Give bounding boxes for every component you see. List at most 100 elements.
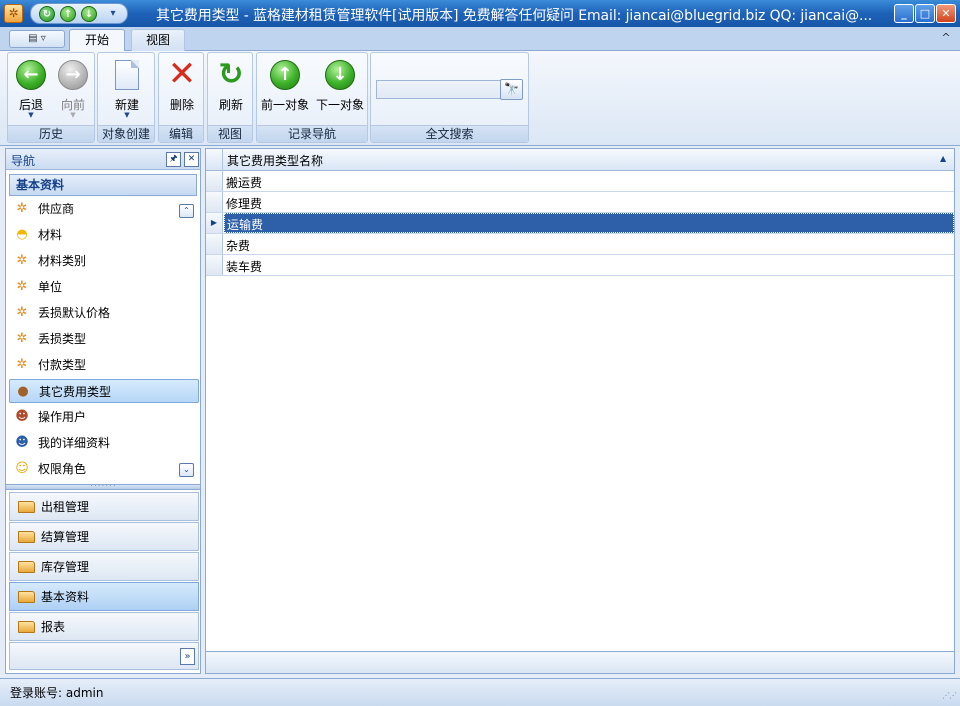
folder-icon [18,621,35,633]
table-row[interactable]: 杂费 [206,234,954,255]
grid-header: 其它费用类型名称 ▲ [206,149,954,171]
nav-item-my-details[interactable]: ☻ 我的详细资料 [9,431,199,455]
money-bag-icon: ● [17,384,29,399]
nav-title: 导航 [11,154,36,168]
application-menu-button[interactable]: ▤ ▿ [9,30,65,48]
qat-customize-icon[interactable]: ▾ [105,6,121,22]
nav-item-material[interactable]: ◓ 材料 [9,223,199,247]
data-grid: 其它费用类型名称 ▲ 搬运费 修理费 ▶ 运输费 杂费 装车费 [205,148,955,674]
binoculars-search-icon[interactable]: 🔭 [500,79,523,100]
nav-item-other-fee-type[interactable]: ● 其它费用类型 [9,379,199,403]
row-indicator[interactable] [206,171,223,191]
chevron-down-icon: ▼ [28,111,34,119]
grid-corner [206,149,223,171]
nav-item-supplier[interactable]: ✲ 供应商 [9,197,199,221]
gear-icon: ✲ [16,357,28,372]
tab-view[interactable]: 视图 [131,29,185,51]
refresh-icon: ↻ [218,57,244,92]
table-row[interactable]: 搬运费 [206,171,954,192]
row-cell-name[interactable]: 装车费 [226,258,262,275]
row-cell-name[interactable]: 修理费 [226,195,262,212]
table-row[interactable]: 装车费 [206,255,954,276]
nav-overflow-button[interactable]: » [180,648,195,665]
nav-scroll-down-button[interactable]: ⌄ [179,463,194,477]
nav-item-loss-type[interactable]: ✲ 丢损类型 [9,327,199,351]
nav-group-inventory[interactable]: 库存管理 [9,552,199,581]
nav-item-material-category[interactable]: ✲ 材料类别 [9,249,199,273]
window-title: 其它费用类型 - 蓝格建材租赁管理软件[试用版本] 免费解答任何疑问 Email… [156,8,873,24]
row-indicator[interactable] [206,234,223,254]
column-header-fee-type-name[interactable]: 其它费用类型名称 [227,152,323,169]
refresh-button[interactable]: ↻ 刷新 [210,57,252,127]
row-indicator[interactable] [206,255,223,275]
folder-icon [18,591,35,603]
gear-icon: ✲ [16,331,28,346]
group-caption-search: 全文搜索 [371,125,528,142]
group-caption-view: 视图 [208,125,252,142]
title-bar: ✲ ↻ ↑ ↓ ▾ 其它费用类型 - 蓝格建材租赁管理软件[试用版本] 免费解答… [0,0,960,27]
nav-overflow-row: » [9,642,199,670]
new-button[interactable]: 新建 ▼ [102,57,152,127]
previous-record-button[interactable]: ↑ 前一对象 [258,57,312,127]
ribbon-panel: ← 后退 ▼ → 向前 ▼ 历史 新建 ▼ 对象创建 ✕ 删除 编辑 ↻ 刷新 [0,51,960,146]
ribbon-group-edit: ✕ 删除 编辑 [158,52,204,143]
nav-splitter[interactable]: · · · · · · · [6,484,200,490]
resize-grip-icon[interactable]: ⋰⋰ [942,691,957,700]
nav-group-reports[interactable]: 报表 [9,612,199,641]
delete-button[interactable]: ✕ 删除 [161,57,203,127]
minimize-button[interactable]: _ [894,4,914,23]
folder-icon [18,561,35,573]
arrow-right-icon: → [58,60,88,90]
arrow-left-icon: ← [16,60,46,90]
row-indicator[interactable] [206,192,223,212]
quick-access-toolbar: ↻ ↑ ↓ ▾ [30,3,128,24]
row-cell-name[interactable]: 搬运费 [226,174,262,191]
nav-item-loss-default-price[interactable]: ✲ 丢损默认价格 [9,301,199,325]
nav-group-rental[interactable]: 出租管理 [9,492,199,521]
pin-icon[interactable]: 🖈 [166,152,181,167]
selected-cell[interactable]: 运输费 [224,213,954,233]
maximize-button[interactable]: □ [915,4,935,23]
back-button[interactable]: ← 后退 ▼ [10,57,52,127]
nav-close-icon[interactable]: ✕ [184,152,199,167]
folder-icon [18,531,35,543]
close-button[interactable]: ✕ [936,4,956,23]
qat-back-icon[interactable]: ↑ [60,6,76,22]
ribbon-group-history: ← 后退 ▼ → 向前 ▼ 历史 [7,52,95,143]
nav-item-unit[interactable]: ✲ 单位 [9,275,199,299]
login-account-status: 登录账号: admin [10,686,104,700]
nav-item-permission-role[interactable]: ☺ 权限角色 [9,457,199,481]
gear-icon: ✲ [16,279,28,294]
nav-group-settlement[interactable]: 结算管理 [9,522,199,551]
group-caption-create: 对象创建 [98,125,154,142]
ribbon-group-view: ↻ 刷新 视图 [207,52,253,143]
forward-button[interactable]: → 向前 ▼ [52,57,94,127]
next-record-button[interactable]: ↓ 下一对象 [313,57,367,127]
nav-scroll-up-button[interactable]: ⌃ [179,204,194,218]
chevron-down-icon: ▼ [70,111,76,119]
row-cell-name[interactable]: 运输费 [227,216,263,233]
nav-item-payment-type[interactable]: ✲ 付款类型 [9,353,199,377]
collapse-ribbon-icon[interactable]: ^ [938,30,954,46]
gear-icon: ✲ [16,201,28,216]
app-logo-icon[interactable]: ✲ [4,4,23,23]
table-row[interactable]: 修理费 [206,192,954,213]
qat-forward-icon[interactable]: ↓ [81,6,97,22]
ribbon-group-search: 🔭 全文搜索 [370,52,529,143]
gear-icon: ✲ [16,253,28,268]
nav-item-list: ✲ 供应商 ◓ 材料 ✲ 材料类别 ✲ 单位 ✲ 丢损默认价格 ✲ 丢损类型 ✲… [9,197,199,482]
nav-group-basic-data[interactable]: 基本资料 [9,582,199,611]
delete-x-icon: ✕ [167,54,197,94]
new-document-icon [115,60,139,90]
table-row-selected[interactable]: ▶ 运输费 [206,213,954,234]
ribbon-group-create: 新建 ▼ 对象创建 [97,52,155,143]
current-row-indicator-icon[interactable]: ▶ [206,213,223,233]
navigation-pane: 导航 🖈 ✕ 基本资料 ✲ 供应商 ◓ 材料 ✲ 材料类别 ✲ 单位 ✲ 丢损默… [5,148,201,674]
ribbon-group-record-navigation: ↑ 前一对象 ↓ 下一对象 记录导航 [256,52,368,143]
full-text-search-input[interactable] [376,80,502,99]
nav-group-title: 基本资料 [9,174,197,196]
qat-refresh-icon[interactable]: ↻ [39,6,55,22]
tab-home[interactable]: 开始 [69,29,125,52]
nav-item-operator-user[interactable]: ☻ 操作用户 [9,405,199,429]
row-cell-name[interactable]: 杂费 [226,237,250,254]
